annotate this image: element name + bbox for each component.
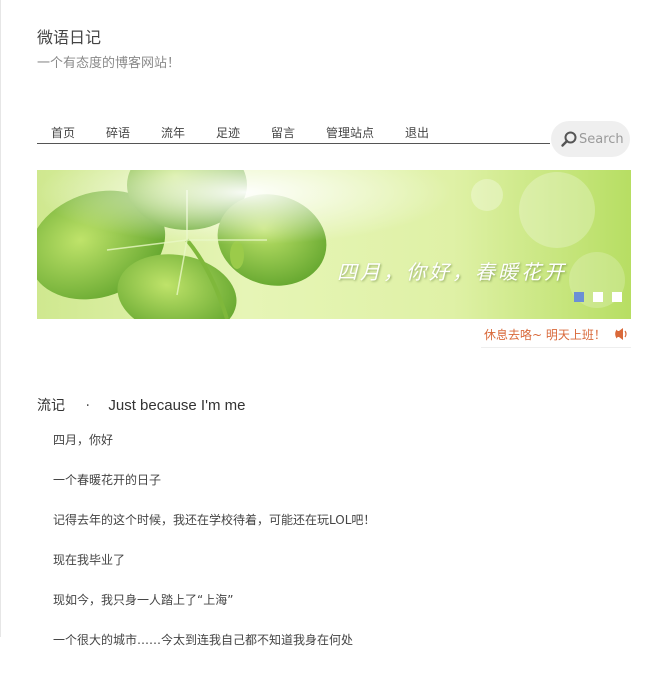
- status-ticker: 休息去咯~ 明天上班！: [481, 320, 631, 348]
- post-heading: 流记 · Just because I'm me: [37, 395, 245, 415]
- banner-slider[interactable]: 四月，你好，春暖花开: [37, 170, 631, 319]
- post-paragraph: 四月，你好: [53, 433, 114, 447]
- slide-dot-1[interactable]: [574, 292, 584, 302]
- post-paragraph: 记得去年的这个时候，我还在学校待着，可能还在玩LOL吧！: [53, 513, 376, 527]
- magnifier-icon: [561, 131, 577, 147]
- post-body: 四月，你好 一个春暖花开的日子 记得去年的这个时候，我还在学校待着，可能还在玩L…: [53, 433, 613, 673]
- nav-item-guestbook[interactable]: 留言: [271, 124, 295, 141]
- post-paragraph: 一个很大的城市……今太到连我自己都不知道我身在何处: [53, 633, 354, 647]
- post-category[interactable]: 流记: [37, 398, 65, 414]
- banner-caption: 四月，你好，春暖花开: [337, 260, 567, 284]
- nav-item-years[interactable]: 流年: [161, 124, 185, 141]
- post-paragraph: 现在我毕业了: [53, 553, 126, 567]
- site-tagline: 一个有态度的博客网站！: [37, 56, 181, 71]
- nav-item-admin[interactable]: 管理站点: [326, 124, 374, 141]
- ticker-text: 休息去咯~ 明天上班！: [484, 328, 606, 342]
- post-paragraph: 现如今，我只身一人踏上了“上海”: [53, 593, 234, 607]
- post-paragraph: 一个春暖花开的日子: [53, 473, 162, 487]
- slide-dot-2[interactable]: [593, 292, 603, 302]
- slide-dot-3[interactable]: [612, 292, 622, 302]
- nav-item-footprints[interactable]: 足迹: [216, 124, 240, 141]
- search-box[interactable]: [551, 121, 630, 157]
- post-separator: ·: [85, 398, 90, 414]
- page-left-border: [0, 0, 1, 637]
- nav-item-home[interactable]: 首页: [51, 124, 75, 141]
- post-title[interactable]: Just because I'm me: [108, 397, 245, 414]
- search-input[interactable]: [579, 130, 625, 148]
- main-nav: 首页 碎语 流年 足迹 留言 管理站点 退出: [37, 116, 550, 144]
- nav-item-whispers[interactable]: 碎语: [106, 124, 130, 141]
- banner-image: [37, 170, 631, 319]
- speaker-icon[interactable]: [614, 326, 630, 342]
- nav-item-logout[interactable]: 退出: [405, 124, 429, 141]
- site-title[interactable]: 微语日记: [37, 24, 101, 48]
